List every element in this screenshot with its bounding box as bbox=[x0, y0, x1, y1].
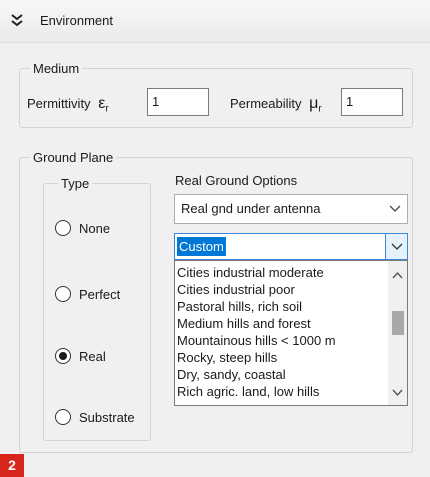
ground-plane-legend: Ground Plane bbox=[33, 150, 114, 165]
radio-perfect-label: Perfect bbox=[79, 286, 121, 302]
section-title: Environment bbox=[40, 13, 113, 28]
scroll-down-icon[interactable] bbox=[392, 389, 403, 397]
step-badge: 2 bbox=[0, 454, 24, 477]
radio-none-indicator[interactable] bbox=[55, 220, 71, 236]
soil-type-dropdown-list[interactable]: Cities industrial moderate Cities indust… bbox=[174, 260, 408, 406]
radio-real-label: Real bbox=[79, 348, 106, 364]
soil-type-select[interactable]: Custom bbox=[174, 233, 408, 260]
section-header[interactable]: Environment bbox=[0, 0, 430, 43]
list-item[interactable]: Medium hills and forest bbox=[177, 315, 311, 333]
list-item[interactable]: Cities industrial moderate bbox=[177, 264, 324, 282]
radio-substrate-indicator[interactable] bbox=[55, 409, 71, 425]
list-item[interactable]: Dry, sandy, coastal bbox=[177, 366, 286, 384]
scrollbar-thumb[interactable] bbox=[392, 311, 404, 335]
permittivity-input[interactable]: 1 bbox=[147, 88, 209, 116]
radio-substrate[interactable]: Substrate bbox=[55, 409, 135, 425]
real-ground-options-label: Real Ground Options bbox=[175, 173, 298, 188]
type-legend: Type bbox=[61, 176, 90, 191]
list-item[interactable]: Pastoral hills, rich soil bbox=[177, 298, 302, 316]
collapse-chevron-icon[interactable] bbox=[10, 13, 24, 29]
soil-type-dropdown-button[interactable] bbox=[385, 234, 407, 259]
medium-legend: Medium bbox=[33, 61, 80, 76]
type-group: Type bbox=[43, 176, 151, 441]
real-ground-mode-value: Real gnd under antenna bbox=[181, 201, 321, 216]
radio-real[interactable]: Real bbox=[55, 348, 106, 364]
permittivity-label: Permittivity εr bbox=[27, 95, 109, 115]
soil-type-value: Custom bbox=[176, 236, 227, 257]
list-item[interactable]: Cities industrial poor bbox=[177, 281, 295, 299]
scroll-up-icon[interactable] bbox=[392, 271, 403, 279]
permeability-symbol: μ bbox=[309, 95, 319, 112]
real-ground-mode-select[interactable]: Real gnd under antenna bbox=[174, 194, 408, 224]
radio-substrate-label: Substrate bbox=[79, 409, 135, 425]
chevron-down-icon bbox=[391, 243, 403, 250]
chevron-down-icon bbox=[389, 205, 401, 212]
permeability-input[interactable]: 1 bbox=[341, 88, 403, 116]
list-item[interactable]: Mountainous hills < 1000 m bbox=[177, 332, 336, 350]
radio-none-label: None bbox=[79, 220, 111, 236]
list-item[interactable]: Rich agric. land, low hills bbox=[177, 383, 319, 401]
permittivity-subscript: r bbox=[105, 103, 109, 115]
radio-real-indicator[interactable] bbox=[55, 348, 71, 364]
radio-none[interactable]: None bbox=[55, 220, 110, 236]
permeability-subscript: r bbox=[318, 103, 322, 115]
permeability-label: Permeability μr bbox=[230, 95, 322, 115]
list-scrollbar[interactable] bbox=[388, 261, 407, 405]
environment-panel: Medium Permittivity εr 1 Permeability μr… bbox=[0, 43, 430, 477]
radio-perfect-indicator[interactable] bbox=[55, 286, 71, 302]
list-item[interactable]: Rocky, steep hills bbox=[177, 349, 277, 367]
radio-perfect[interactable]: Perfect bbox=[55, 286, 120, 302]
